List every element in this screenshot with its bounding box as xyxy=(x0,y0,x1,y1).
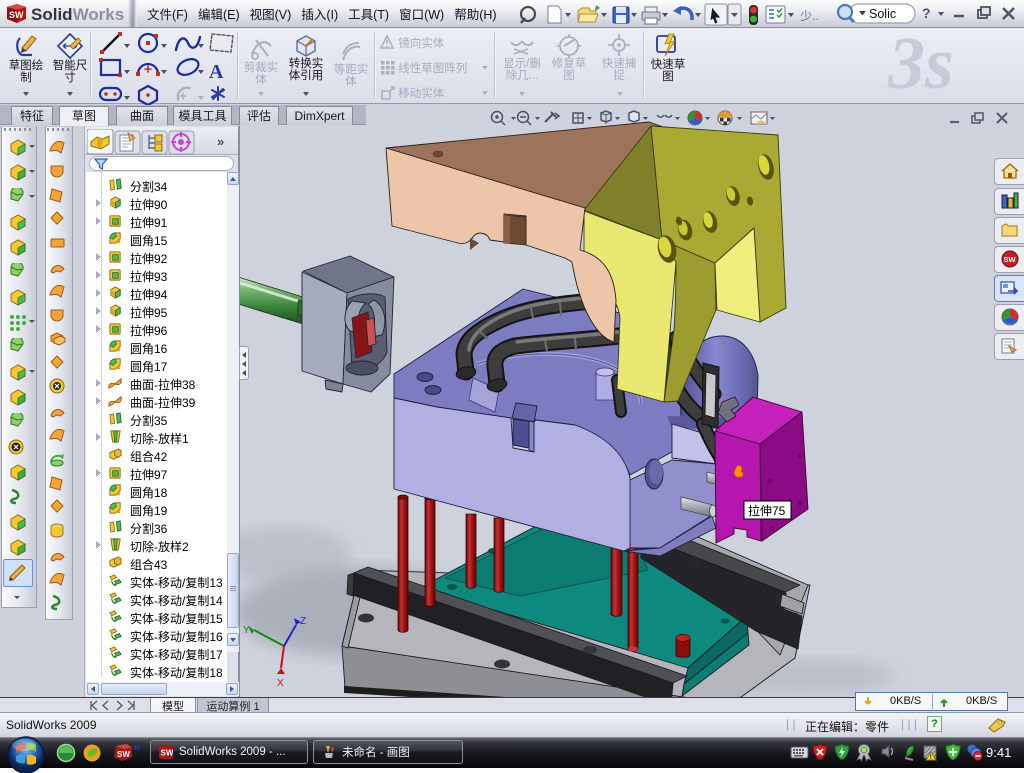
svg-text:拉伸75: 拉伸75 xyxy=(748,503,786,518)
svg-text:少..: 少.. xyxy=(800,9,819,23)
svg-text:A: A xyxy=(209,61,224,83)
svg-text:SW: SW xyxy=(1004,255,1017,264)
svg-text:X: X xyxy=(277,678,284,689)
svg-text:SW: SW xyxy=(161,749,174,758)
svg-text:!: ! xyxy=(930,755,932,761)
svg-text:Y: Y xyxy=(243,625,250,636)
svg-text:SW: SW xyxy=(117,750,130,759)
svg-text:Z: Z xyxy=(300,616,306,627)
svg-text:Solic: Solic xyxy=(869,7,896,21)
